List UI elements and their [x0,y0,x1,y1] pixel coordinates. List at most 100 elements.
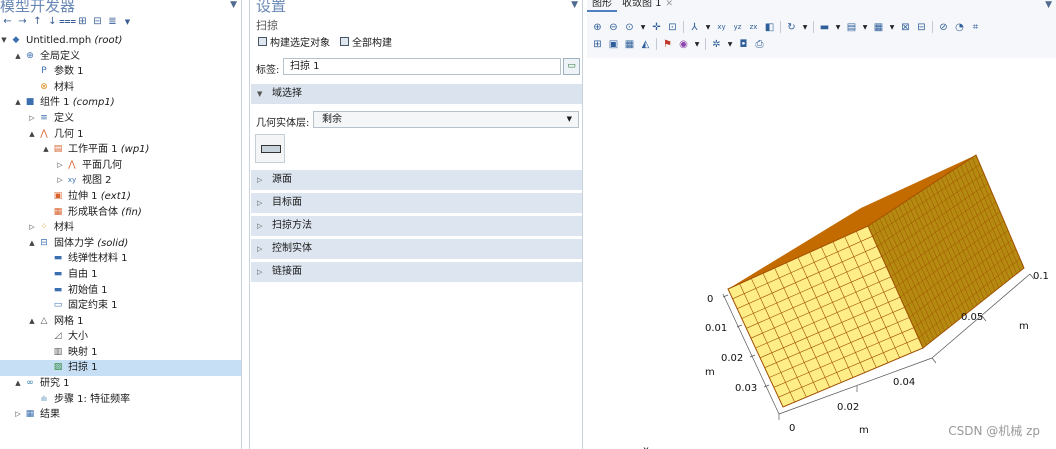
render-mesh-icon[interactable]: ▣ [608,39,619,50]
chevron-down-icon[interactable]: ▼ [835,22,841,33]
expand-icon[interactable]: ▷ [56,173,64,189]
domain-selection-button[interactable] [255,134,285,163]
tree-item[interactable]: ▷ xy 视图 2 [0,173,241,189]
section-domain-selection[interactable]: ▼ 域选择 [251,84,582,104]
wireframe-icon[interactable]: ⌗ [970,22,981,33]
tree-item[interactable]: P 参数 1 [0,64,241,80]
select-all-icon[interactable]: ▦ [873,22,884,33]
section-source-faces[interactable]: ▷ 源面 [251,170,582,190]
build-selected-button[interactable]: 构建选定对象 [258,34,330,49]
tree-item[interactable]: ▬ 自由 1 [0,267,241,283]
expand-icon[interactable]: ▷ [28,111,36,127]
chevron-down-icon[interactable]: ▼ [862,22,868,33]
label-input[interactable]: 扫掠 1 [283,58,561,75]
collapse-icon[interactable]: ▲ [14,95,22,111]
tree-item[interactable]: ▷ ⋀ 平面几何 [0,158,241,174]
xy-view-icon[interactable]: xy [716,22,727,33]
collapse-icon[interactable]: ▲ [14,49,22,65]
expand-icon[interactable]: ▷ [56,158,64,174]
chevron-down-icon[interactable]: ▼ [802,22,808,33]
zoom-extents-icon[interactable]: ⊡ [667,22,678,33]
clear-selection-icon[interactable]: ⊟ [916,22,927,33]
chevron-down-icon[interactable]: ▼ [122,17,133,28]
tree-item[interactable]: ▷ ≡ 定义 [0,111,241,127]
tree-item[interactable]: ⊗ 材料 [0,80,241,96]
camera-icon[interactable]: ◘ [738,39,749,50]
color-legend-icon[interactable]: ⚑ [662,39,673,50]
zoom-selected-icon[interactable]: ✛ [651,22,662,33]
tree-item[interactable]: ▷ ⁘ 材料 [0,220,241,236]
list-view-icon[interactable]: ≣ [107,17,118,28]
forward-arrow-icon[interactable]: → [17,17,28,28]
camera-view-icon[interactable]: ◧ [764,22,775,33]
tree-item[interactable]: ▲ △ 网格 1 [0,314,241,330]
chevron-down-icon[interactable]: ▼ [705,22,711,33]
zoom-in-icon[interactable]: ⊕ [592,22,603,33]
collapse-icon[interactable]: ▲ [42,142,50,158]
expand-all-icon[interactable]: ⊞ [77,17,88,28]
tree-item[interactable]: ▭ 固定约束 1 [0,298,241,314]
tree-item[interactable]: ▲ ⋀ 几何 1 [0,127,241,143]
tree-item[interactable]: ▲ ▤ 工作平面 1 (wp1) [0,142,241,158]
tree-item[interactable]: ▲ ⊕ 全局定义 [0,49,241,65]
tree-item[interactable]: ▲ ∞ 研究 1 [0,376,241,392]
collapse-icon[interactable]: ▲ [28,127,36,143]
filter-icon[interactable]: ⩶ [59,17,76,28]
tree-item[interactable]: ▲ ■ 组件 1 (comp1) [0,95,241,111]
collapse-icon[interactable]: ▲ [14,376,22,392]
expand-icon[interactable]: ▷ [14,407,22,423]
section-control-entities[interactable]: ▷ 控制实体 [251,239,582,259]
section-sweep-method[interactable]: ▷ 扫掠方法 [251,216,582,236]
chevron-down-icon[interactable]: ▼ [694,39,700,50]
print-icon[interactable]: ⎙ [754,39,765,50]
zoom-out-icon[interactable]: ⊖ [608,22,619,33]
hide-icon[interactable]: ⊘ [938,22,949,33]
collapse-icon[interactable]: ▲ [28,314,36,330]
tree-item[interactable]: ▬ 初始值 1 [0,283,241,299]
label-action-icon[interactable]: ▭ [563,58,580,75]
tab-convergence-plot[interactable]: 收敛图 1 ✕ [617,0,678,12]
select-box-icon[interactable]: ⊠ [900,22,911,33]
tree-item[interactable]: ◿ 大小 [0,329,241,345]
tree-item[interactable]: ▦ 形成联合体 (fin) [0,205,241,221]
pin-icon[interactable]: ▼ [1045,0,1052,10]
tree-item[interactable]: ▬ 线弹性材料 1 [0,251,241,267]
expand-icon[interactable]: ▷ [28,220,36,236]
mesh-triangle-icon[interactable]: ◭ [640,39,651,50]
tree-item[interactable]: ▷ ▦ 结果 [0,407,241,423]
chevron-down-icon[interactable]: ▼ [889,22,895,33]
tree-item[interactable]: ▥ 映射 1 [0,345,241,361]
section-destination-faces[interactable]: ▷ 目标面 [251,193,582,213]
scene-light-icon[interactable]: ⊞ [592,39,603,50]
build-all-button[interactable]: 全部构建 [340,34,392,49]
tree-item[interactable]: ılı 步骤 1: 特征频率 [0,392,241,408]
tab-graphics[interactable]: 图形 [587,0,617,12]
down-arrow-icon[interactable]: ↓ [47,17,58,28]
tree-item[interactable]: ▼ ◆ Untitled.mph (root) [0,33,241,49]
pin-icon[interactable]: ▼ [230,0,237,10]
pin-icon[interactable]: ▼ [571,0,578,10]
tree-item[interactable]: ▨ 扫掠 1 [0,360,241,377]
grid-icon[interactable]: ▦ [624,39,635,50]
chevron-down-icon[interactable]: ▼ [640,22,646,33]
section-linked-faces[interactable]: ▷ 链接面 [251,262,582,282]
yz-view-icon[interactable]: yz [732,22,743,33]
zx-view-icon[interactable]: zx [748,22,759,33]
selection-list-icon[interactable]: ▤ [846,22,857,33]
geometric-entity-level-select[interactable]: 剩余 ▼ [313,111,579,128]
transparency-icon[interactable]: ◔ [954,22,965,33]
rotate-icon[interactable]: ↻ [786,22,797,33]
up-arrow-icon[interactable]: ↑ [32,17,43,28]
collapse-icon[interactable]: ▲ [28,236,36,252]
back-arrow-icon[interactable]: ← [2,17,13,28]
close-icon[interactable]: ✕ [666,0,674,9]
graphics-canvas[interactable]: 0 0.01 0.02 m 0.03 0 0.02 m 0.04 0.05 0.… [587,58,1056,449]
reset-view-icon[interactable]: ✲ [711,39,722,50]
select-icon[interactable]: ▬ [819,22,830,33]
collapse-icon[interactable]: ▼ [0,33,8,49]
zoom-box-icon[interactable]: ⊙ [624,22,635,33]
collapse-all-icon[interactable]: ⊟ [92,17,103,28]
tree-item[interactable]: ▣ 拉伸 1 (ext1) [0,189,241,205]
tree-item[interactable]: ▲ ⊟ 固体力学 (solid) [0,236,241,252]
chevron-down-icon[interactable]: ▼ [727,39,733,50]
